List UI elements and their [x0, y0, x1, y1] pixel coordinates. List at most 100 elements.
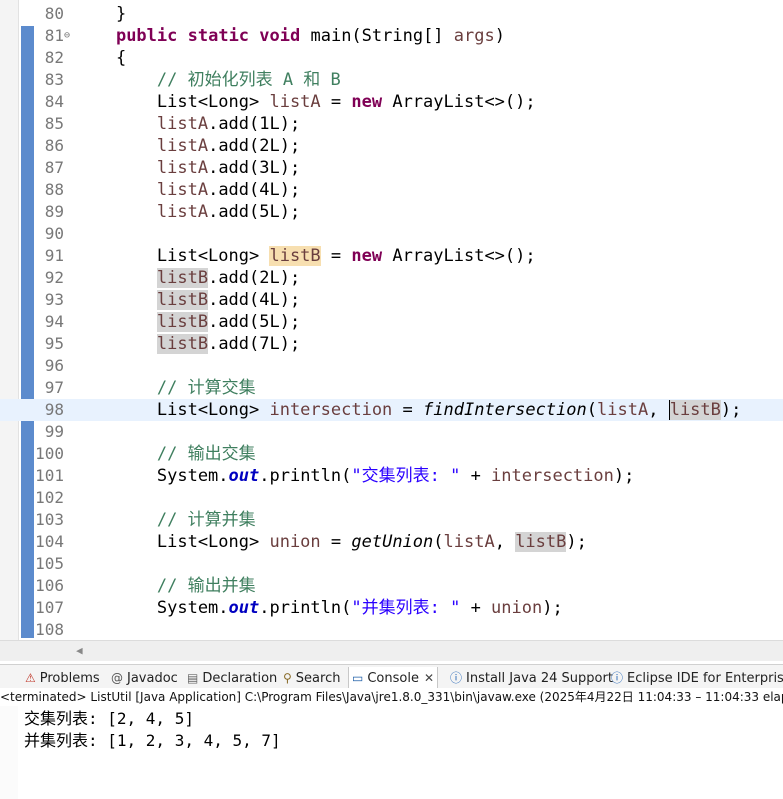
tab-search[interactable]: ⚲ Search	[280, 667, 343, 689]
tab-eclipse-ide-for-enterprise-j[interactable]: ⓘ Eclipse IDE for Enterprise J	[608, 667, 783, 689]
declaration-icon: ▤	[187, 671, 199, 685]
code-line[interactable]: 108	[0, 619, 783, 640]
code-text: listB.add(5L);	[156, 312, 301, 332]
code-line[interactable]: 82 {	[0, 47, 783, 69]
tab-install-java-24-support[interactable]: ⓘ Install Java 24 Support	[447, 667, 616, 689]
line-number: 92	[44, 268, 64, 287]
code-line[interactable]: 104 List<Long> union = getUnion(listA, l…	[0, 531, 783, 553]
line-number: 98	[44, 400, 64, 419]
line-number: 106	[35, 576, 64, 595]
line-number: 88	[44, 180, 64, 199]
line-number: 101	[35, 466, 64, 485]
problems-icon: ⚠	[25, 671, 36, 685]
line-number: 86	[44, 136, 64, 155]
console-output-line: 交集列表: [2, 4, 5]	[24, 709, 194, 728]
line-number: 100	[35, 444, 64, 463]
code-text: listB.add(4L);	[156, 290, 301, 310]
line-number: 96	[44, 356, 64, 375]
line-number: 87	[44, 158, 64, 177]
tab-javadoc[interactable]: @ Javadoc	[108, 667, 181, 689]
line-number: 84	[44, 92, 64, 111]
info-icon: ⓘ	[450, 671, 463, 685]
code-line[interactable]: 91 List<Long> listB = new ArrayList<>();	[0, 245, 783, 267]
code-line[interactable]: 84 List<Long> listA = new ArrayList<>();	[0, 91, 783, 113]
code-text: listA.add(4L);	[156, 180, 301, 200]
tab-declaration[interactable]: ▤ Declaration	[184, 667, 280, 689]
tab-label: Declaration	[202, 671, 278, 686]
line-number: 80	[44, 4, 64, 23]
line-number: 95	[44, 334, 64, 353]
code-text: // 初始化列表 A 和 B	[156, 70, 341, 90]
fold-collapse-icon[interactable]: ⊖	[64, 29, 70, 43]
code-text: // 计算交集	[156, 378, 256, 398]
line-number: 97	[44, 378, 64, 397]
code-line[interactable]: 86 listA.add(2L);	[0, 135, 783, 157]
code-line[interactable]: 88 listA.add(4L);	[0, 179, 783, 201]
code-line[interactable]: 97 // 计算交集	[0, 377, 783, 399]
bottom-panel-tabs: ⚠ Problems @ Javadoc ▤ Declaration ⚲ Search ▭ Con…	[0, 664, 783, 689]
tab-console[interactable]: ▭ Console ✕	[348, 667, 439, 689]
code-line[interactable]: 80 }	[0, 3, 783, 25]
javadoc-icon: @	[111, 671, 123, 685]
line-number: 102	[35, 488, 64, 507]
line-number: 81	[44, 26, 64, 45]
code-text: {	[75, 48, 127, 68]
code-line[interactable]: 105	[0, 553, 783, 575]
console-status-line: <terminated> ListUtil [Java Application]…	[0, 688, 783, 707]
line-number: 82	[44, 48, 64, 67]
code-line[interactable]: 99	[0, 421, 783, 443]
code-line[interactable]: 100 // 输出交集	[0, 443, 783, 465]
tab-label: Install Java 24 Support	[466, 671, 613, 686]
line-number: 104	[35, 532, 64, 551]
scroll-left-arrow-icon[interactable]: ◀	[76, 644, 83, 657]
code-text: listB.add(2L);	[156, 268, 301, 288]
code-line[interactable]: 93 listB.add(4L);	[0, 289, 783, 311]
code-line[interactable]: 85 listA.add(1L);	[0, 113, 783, 135]
code-text: listA.add(5L);	[156, 202, 301, 222]
tab-label: Eclipse IDE for Enterprise J	[627, 671, 783, 686]
line-number: 94	[44, 312, 64, 331]
line-number: 89	[44, 202, 64, 221]
close-icon[interactable]: ✕	[424, 671, 434, 685]
line-number: 83	[44, 70, 64, 89]
line-number: 105	[35, 554, 64, 573]
code-line[interactable]: 89 listA.add(5L);	[0, 201, 783, 223]
line-number: 90	[44, 224, 64, 243]
code-text: List<Long> listB = new ArrayList<>();	[75, 246, 536, 266]
code-text: System.out.println("交集列表: " + intersecti…	[75, 466, 635, 486]
code-line[interactable]: 83 // 初始化列表 A 和 B	[0, 69, 783, 91]
line-number: 107	[35, 598, 64, 617]
tab-label: Console	[367, 671, 419, 686]
console-output-line: 并集列表: [1, 2, 3, 4, 5, 7]	[24, 731, 281, 750]
code-line[interactable]: 90	[0, 223, 783, 245]
code-line[interactable]: 96	[0, 355, 783, 377]
code-text: List<Long> intersection = findIntersecti…	[75, 400, 742, 420]
code-text: listA.add(3L);	[156, 158, 301, 178]
code-line[interactable]: 103 // 计算并集	[0, 509, 783, 531]
code-line[interactable]: 92 listB.add(2L);	[0, 267, 783, 289]
line-number: 93	[44, 290, 64, 309]
horizontal-scrollbar[interactable]: ◀	[0, 640, 783, 661]
line-number: 103	[35, 510, 64, 529]
code-text: public static void main(String[] args)	[115, 26, 505, 46]
code-line[interactable]: 87 listA.add(3L);	[0, 157, 783, 179]
code-line[interactable]: 95 listB.add(7L);	[0, 333, 783, 355]
code-text: // 计算并集	[156, 510, 256, 530]
code-text: List<Long> listA = new ArrayList<>();	[75, 92, 536, 112]
code-line[interactable]: 106 // 输出并集	[0, 575, 783, 597]
code-line[interactable]: 101 System.out.println("交集列表: " + inters…	[0, 465, 783, 487]
code-text: listB.add(7L);	[156, 334, 301, 354]
tab-problems[interactable]: ⚠ Problems	[22, 667, 103, 689]
console-icon: ▭	[352, 671, 364, 685]
code-line[interactable]: 94 listB.add(5L);	[0, 311, 783, 333]
code-text: // 输出交集	[156, 444, 256, 464]
code-text: List<Long> union = getUnion(listA, listB…	[75, 532, 587, 552]
code-line[interactable]: 107 System.out.println("并集列表: " + union)…	[0, 597, 783, 619]
code-line-current[interactable]: 98 List<Long> intersection = findInterse…	[0, 399, 783, 421]
info-icon: ⓘ	[611, 671, 624, 685]
console-output[interactable]: 交集列表: [2, 4, 5] 并集列表: [1, 2, 3, 4, 5, 7]	[0, 706, 783, 799]
code-line[interactable]: 102	[0, 487, 783, 509]
code-editor[interactable]: 80 } 81 ⊖ public static void main(String[]…	[0, 0, 783, 640]
code-line[interactable]: 81 ⊖ public static void main(String[] arg…	[0, 25, 783, 47]
search-icon: ⚲	[283, 671, 292, 685]
